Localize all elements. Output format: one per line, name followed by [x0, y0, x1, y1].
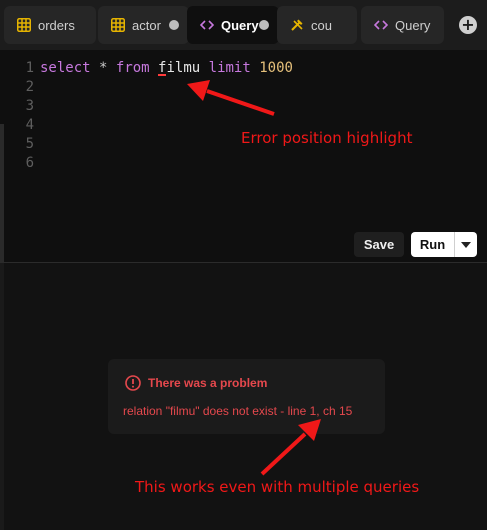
- run-button-group: Run: [411, 232, 477, 257]
- tab-label: actor: [132, 17, 161, 33]
- code-icon: [374, 18, 388, 32]
- line-number: 2: [25, 79, 34, 95]
- limit-number: 1000: [259, 60, 293, 76]
- table-icon: [17, 18, 31, 32]
- error-card: There was a problem relation "filmu" doe…: [108, 359, 385, 434]
- annotation-multiple-queries: This works even with multiple queries: [135, 478, 420, 496]
- results-edge: [0, 263, 4, 530]
- chevron-down-icon[interactable]: [455, 241, 477, 248]
- error-title: There was a problem: [148, 376, 268, 390]
- save-button[interactable]: Save: [354, 232, 404, 257]
- tab-cou[interactable]: cou: [277, 6, 357, 44]
- editor-scrollbar[interactable]: [0, 124, 4, 262]
- keyword-select: select: [40, 60, 91, 76]
- tab-label: Query: [221, 17, 259, 33]
- tab-bar: orders actor Query cou Query +: [0, 0, 487, 50]
- tab-orders[interactable]: orders: [4, 6, 96, 44]
- tools-icon: [290, 18, 304, 32]
- code-icon: [200, 18, 214, 32]
- sql-editor[interactable]: 1 2 3 4 5 6 select * from f ilmu limit 10…: [0, 50, 487, 262]
- tab-label: cou: [311, 17, 332, 33]
- add-tab-plus-icon[interactable]: +: [459, 16, 477, 34]
- table-icon: [111, 18, 125, 32]
- error-underline: [158, 74, 167, 76]
- unsaved-dot-icon: [169, 20, 179, 30]
- star-operator: *: [99, 60, 108, 76]
- line-number: 4: [25, 117, 34, 133]
- tab-query[interactable]: Query: [361, 6, 444, 44]
- keyword-limit: limit: [208, 60, 251, 76]
- line-number-gutter: 1 2 3 4 5 6: [12, 59, 34, 173]
- error-message: relation "filmu" does not exist - line 1…: [123, 404, 353, 418]
- run-button[interactable]: Run: [411, 237, 454, 252]
- code-line-1[interactable]: select * from f ilmu limit 1000: [40, 59, 293, 78]
- line-number: 6: [25, 155, 34, 171]
- table-identifier: ilmu: [166, 60, 201, 76]
- error-position-char: f: [158, 60, 167, 76]
- line-number: 1: [25, 60, 34, 76]
- tab-actor[interactable]: actor: [98, 6, 189, 44]
- keyword-from: from: [115, 60, 150, 76]
- tab-label: Query: [395, 17, 431, 33]
- tab-label: orders: [38, 17, 75, 33]
- tab-query-active[interactable]: Query: [187, 6, 279, 44]
- annotation-error-highlight: Error position highlight: [241, 129, 413, 147]
- line-number: 3: [25, 98, 34, 114]
- unsaved-dot-icon: [259, 20, 269, 30]
- line-number: 5: [25, 136, 34, 152]
- alert-circle-icon: [125, 375, 141, 391]
